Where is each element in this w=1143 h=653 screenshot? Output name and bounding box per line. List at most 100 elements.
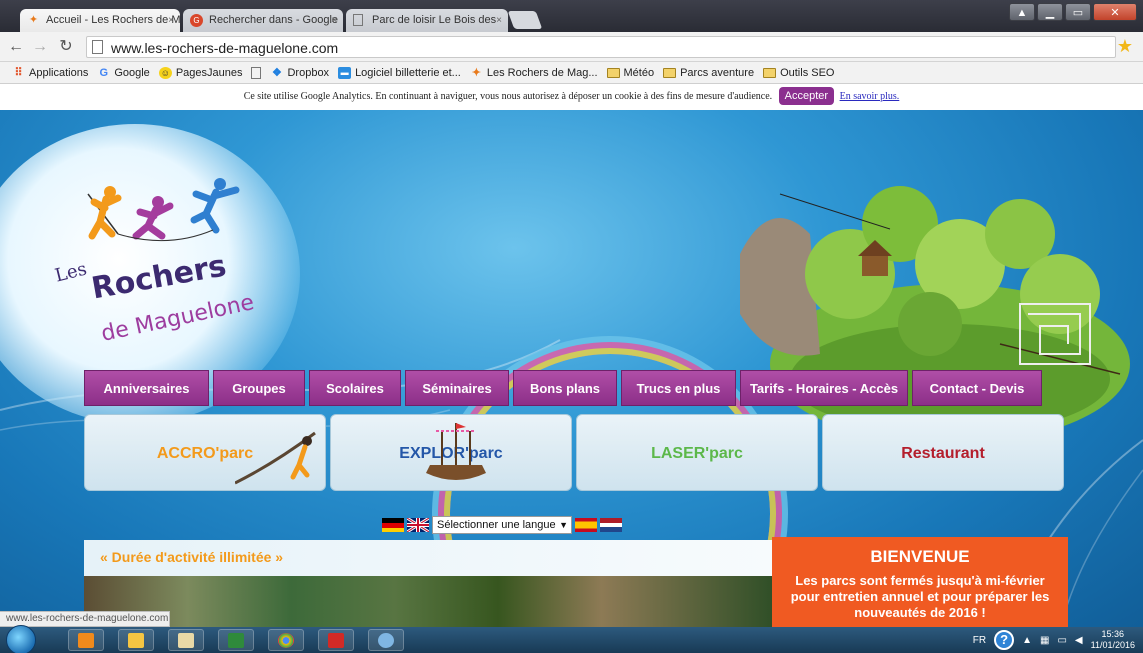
welcome-title: BIENVENUE [870, 547, 970, 566]
bookmark-folder-parcs[interactable]: Parcs aventure [663, 67, 754, 79]
back-arrow-icon[interactable]: ← [6, 37, 26, 57]
network-icon[interactable]: ▦ [1040, 635, 1049, 646]
dropdown-arrow-icon: ▼ [559, 520, 568, 530]
maximize-button[interactable]: ▭ [1065, 3, 1091, 21]
reload-icon[interactable]: ↻ [56, 37, 76, 57]
park-photo[interactable] [84, 576, 774, 631]
start-button[interactable] [6, 625, 36, 653]
menu-anniversaires[interactable]: Anniversaires [84, 370, 209, 406]
taskbar-excel[interactable] [218, 629, 254, 651]
dropbox-icon: ❖ [272, 66, 282, 79]
bookmark-folder-meteo[interactable]: Météo [606, 66, 655, 79]
new-tab-button[interactable] [507, 11, 543, 29]
acrobat-icon [328, 633, 344, 648]
panel-explor-parc[interactable]: EXPLOR'parc [330, 414, 572, 491]
show-hidden-icons-icon[interactable]: ▲ [1022, 635, 1032, 646]
climber-favicon-icon: ✦ [28, 14, 39, 26]
url-text[interactable]: www.les-rochers-de-maguelone.com [111, 39, 338, 57]
page-icon [92, 40, 103, 54]
menu-bons-plans[interactable]: Bons plans [513, 370, 617, 406]
bookmark-dropbox[interactable]: ❖ Dropbox [270, 67, 329, 79]
main-menu: Anniversaires Groupes Scolaires Séminair… [84, 370, 1042, 406]
bookmark-google[interactable]: G Google [97, 66, 150, 79]
close-window-button[interactable]: ✕ [1093, 3, 1137, 21]
tab-close-icon[interactable]: × [168, 9, 174, 32]
spanish-flag-icon[interactable] [575, 518, 597, 532]
language-dropdown[interactable]: Sélectionner une langue ▼ [432, 516, 572, 534]
bookmark-label: Dropbox [287, 66, 330, 79]
panel-accro-parc[interactable]: ACCRO'parc [84, 414, 326, 491]
menu-groupes[interactable]: Groupes [213, 370, 305, 406]
system-clock[interactable]: 15:36 11/01/2016 [1091, 629, 1135, 651]
site-logo[interactable]: Les Rochers de Maguelone [53, 248, 295, 346]
bookmark-rochers[interactable]: ✦ Les Rochers de Mag... [470, 67, 598, 79]
google-icon: G [99, 66, 109, 79]
menu-tarifs-horaires-acces[interactable]: Tarifs - Horaires - Accès [740, 370, 908, 406]
taskbar-explorer[interactable] [168, 629, 204, 651]
bookmark-billetterie[interactable]: ▬ Logiciel billetterie et... [338, 66, 461, 79]
welcome-box: BIENVENUE Les parcs sont fermés jusqu'à … [772, 537, 1068, 631]
bookmark-label: Parcs aventure [680, 66, 755, 79]
bookmark-label: Les Rochers de Mag... [486, 66, 598, 79]
taskbar-media-player[interactable] [68, 629, 104, 651]
clock-time: 15:36 [1101, 629, 1125, 639]
tab-accueil[interactable]: ✦ Accueil - Les Rochers de M × [20, 9, 180, 32]
taskbar-acrobat[interactable] [318, 629, 354, 651]
laser-parc-label: LASER'parc [651, 445, 743, 462]
menu-trucs-en-plus[interactable]: Trucs en plus [621, 370, 736, 406]
browser-status-bar: www.les-rochers-de-maguelone.com [0, 611, 170, 627]
address-bar[interactable]: www.les-rochers-de-maguelone.com [86, 36, 1116, 58]
taskbar-paint[interactable] [368, 629, 404, 651]
bookmark-star-icon[interactable]: ★ [1117, 36, 1133, 56]
folder-icon [178, 633, 194, 648]
taskbar-chrome[interactable] [268, 629, 304, 651]
tab-google-search[interactable]: G Rechercher dans - Google × [183, 9, 343, 32]
tab-close-icon[interactable]: × [496, 9, 502, 32]
pagesjaunes-icon: ☺ [158, 66, 172, 79]
user-icon[interactable]: ▲ [1009, 3, 1035, 21]
tab-title: Accueil - Les Rochers de M [46, 14, 180, 26]
action-center-icon[interactable]: ▭ [1057, 635, 1066, 646]
cookie-banner: Ce site utilise Google Analytics. En con… [0, 84, 1143, 110]
ticket-icon: ▬ [338, 66, 352, 79]
bookmark-page[interactable] [251, 66, 262, 79]
excel-icon [228, 633, 244, 648]
browser-toolbar: ← → ↻ www.les-rochers-de-maguelone.com ★ [0, 32, 1143, 62]
forward-arrow-icon[interactable]: → [30, 37, 50, 57]
bookmark-pagesjaunes[interactable]: ☺ PagesJaunes [158, 66, 242, 79]
page-viewport: Ce site utilise Google Analytics. En con… [0, 84, 1143, 631]
tab-close-icon[interactable]: × [331, 9, 337, 32]
help-icon[interactable]: ? [994, 630, 1015, 650]
volume-icon[interactable]: ◀ [1075, 635, 1083, 646]
bookmark-label: Logiciel billetterie et... [355, 66, 461, 79]
menu-scolaires[interactable]: Scolaires [309, 370, 401, 406]
accept-cookies-button[interactable]: Accepter [778, 87, 835, 105]
google-favicon-icon: G [190, 14, 203, 27]
keyboard-language[interactable]: FR [973, 635, 986, 646]
bookmark-label: Applications [29, 66, 89, 79]
panel-laser-parc[interactable]: LASER'parc [576, 414, 818, 491]
german-flag-icon[interactable] [382, 518, 404, 532]
apps-grid-icon: ⠿ [14, 66, 23, 79]
menu-contact-devis[interactable]: Contact - Devis [912, 370, 1042, 406]
pirate-ship-icon [426, 423, 486, 480]
menu-seminaires[interactable]: Séminaires [405, 370, 509, 406]
minimize-button[interactable]: ▁ [1037, 3, 1063, 21]
uk-flag-icon[interactable] [407, 518, 429, 532]
bookmark-folder-seo[interactable]: Outils SEO [763, 67, 834, 79]
bookmark-applications[interactable]: ⠿ Applications [12, 67, 88, 79]
learn-more-link[interactable]: En savoir plus. [840, 91, 900, 102]
chrome-icon [278, 633, 294, 648]
taskbar-outlook[interactable] [118, 629, 154, 651]
panel-restaurant[interactable]: Restaurant [822, 414, 1064, 491]
tab-parc-loisir[interactable]: Parc de loisir Le Bois des × [346, 9, 508, 32]
bookmark-label: Outils SEO [780, 66, 835, 79]
bookmark-label: Météo [623, 66, 655, 79]
tab-title: Parc de loisir Le Bois des [372, 14, 497, 26]
activity-banner: « Durée d'activité illimitée » [84, 540, 774, 576]
language-dropdown-value: Sélectionner une langue [437, 519, 556, 531]
dutch-flag-icon[interactable] [600, 518, 622, 532]
page-icon [251, 66, 262, 79]
folder-icon [606, 67, 620, 78]
restaurant-label: Restaurant [901, 445, 985, 462]
